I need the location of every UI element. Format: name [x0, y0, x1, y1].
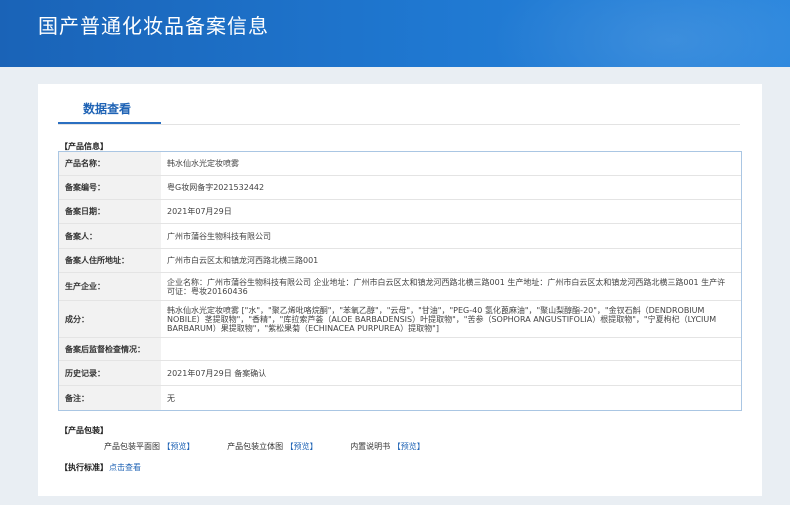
- preview-link[interactable]: 【预览】: [393, 441, 425, 452]
- row-value: 2021年07月29日: [167, 207, 232, 216]
- package-item: 产品包装平面图 【预览】: [104, 441, 195, 452]
- package-item-label: 产品包装立体图: [227, 442, 284, 451]
- preview-link[interactable]: 【预览】: [163, 441, 195, 452]
- row-value: 韩水仙水光定妆喷雾: [167, 159, 239, 168]
- row-label: 备案人：: [59, 224, 161, 248]
- table-row: 备注： 无: [59, 386, 741, 410]
- table-row: 备案编号： 粤G妆网备字2021532442: [59, 176, 741, 200]
- header-banner: 国产普通化妆品备案信息: [0, 0, 790, 67]
- row-value: 广州市蒲谷生物科技有限公司: [167, 231, 271, 241]
- content-card: 数据查看 【产品信息】 产品名称： 韩水仙水光定妆喷雾 备案编号： 粤G妆网备字…: [38, 84, 762, 496]
- product-info-table: 产品名称： 韩水仙水光定妆喷雾 备案编号： 粤G妆网备字2021532442 备…: [58, 151, 742, 411]
- row-label: 成分：: [59, 301, 161, 337]
- tab-divider: [58, 124, 740, 125]
- view-standard-link[interactable]: 点击查看: [109, 462, 141, 473]
- row-label: 备案后监督检查情况：: [59, 338, 161, 360]
- table-row: 生产企业： 企业名称：广州市蒲谷生物科技有限公司 企业地址：广州市白云区太和镇龙…: [59, 273, 741, 301]
- table-row: 历史记录： 2021年07月29日 备案确认: [59, 361, 741, 386]
- row-label: 备案编号：: [59, 176, 161, 199]
- tab-data-view[interactable]: 数据查看: [58, 84, 161, 124]
- table-row: 备案后监督检查情况：: [59, 338, 741, 361]
- package-section-title: 【产品包装】: [60, 426, 108, 435]
- tab-label: 数据查看: [83, 102, 132, 116]
- table-row: 成分： 韩水仙水光定妆喷雾 ["水"，"聚乙烯吡咯烷酮"，"苯氧乙醇"，"云母"…: [59, 301, 741, 338]
- package-item-label: 产品包装平面图: [104, 442, 160, 451]
- row-value: [161, 338, 741, 360]
- table-row: 产品名称： 韩水仙水光定妆喷雾: [59, 152, 741, 176]
- row-label: 产品名称：: [59, 152, 161, 175]
- package-item: 内置说明书 【预览】: [350, 441, 425, 452]
- row-label: 生产企业：: [59, 273, 161, 300]
- row-label: 历史记录：: [59, 361, 161, 385]
- row-label: 备案人住所地址：: [59, 249, 161, 272]
- row-value: 企业名称：广州市蒲谷生物科技有限公司 企业地址：广州市白云区太和镇龙河西路北横三…: [167, 277, 726, 296]
- standard-section-title: 【执行标准】: [60, 463, 108, 472]
- table-row: 备案人住所地址： 广州市白云区太和镇龙河西路北横三路001: [59, 249, 741, 273]
- row-label: 备注：: [59, 386, 161, 410]
- row-value: 无: [167, 393, 175, 403]
- row-value: 粤G妆网备字2021532442: [167, 183, 265, 192]
- package-item-label: 内置说明书: [350, 442, 391, 451]
- preview-link[interactable]: 【预览】: [286, 441, 318, 452]
- row-value: 韩水仙水光定妆喷雾 ["水"，"聚乙烯吡咯烷酮"，"苯氧乙醇"，"云母"，"甘油…: [167, 305, 717, 333]
- table-row: 备案人： 广州市蒲谷生物科技有限公司: [59, 224, 741, 249]
- row-value: 2021年07月29日 备案确认: [167, 368, 267, 378]
- row-value: 广州市白云区太和镇龙河西路北横三路001: [167, 256, 319, 265]
- package-list: 产品包装平面图 【预览】 产品包装立体图 【预览】 内置说明书 【预览】: [104, 441, 455, 452]
- row-label: 备案日期：: [59, 200, 161, 223]
- page-title: 国产普通化妆品备案信息: [38, 14, 269, 38]
- table-row: 备案日期： 2021年07月29日: [59, 200, 741, 224]
- package-item: 产品包装立体图 【预览】: [227, 441, 318, 452]
